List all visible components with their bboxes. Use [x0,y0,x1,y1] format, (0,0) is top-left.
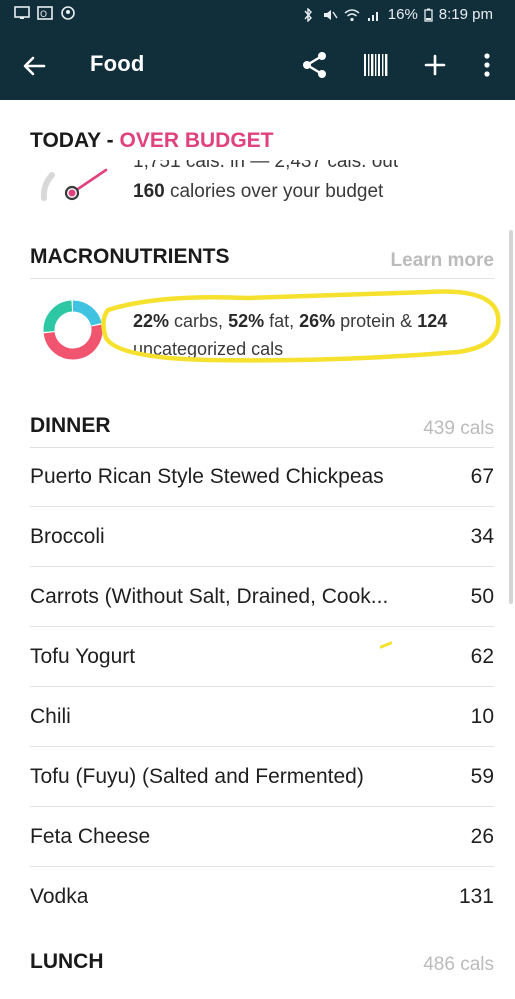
barcode-icon[interactable] [361,50,391,80]
battery-percent: 16% [387,6,418,23]
over-text: calories over your budget [164,181,384,202]
food-cals: 62 [470,645,494,668]
over-amount: 160 [133,181,165,202]
wifi-icon [344,9,360,22]
status-bar: O 16% 8:19 pm [0,0,515,30]
highlight-annotation [101,289,501,363]
battery-icon [424,8,433,22]
food-row[interactable]: Feta Cheese 26 [0,807,515,867]
food-cals: 10 [470,705,494,728]
dinner-total: 439 cals [423,418,494,439]
today-header: TODAY - OVER BUDGET [30,129,274,153]
page-title: Food [90,51,145,76]
over-budget-summary: 160 calories over your budget [133,181,383,203]
macro-donut-chart [43,300,103,360]
food-name: Puerto Rican Style Stewed Chickpeas [30,465,384,488]
signal-icon [367,12,378,21]
divider [30,278,494,279]
more-vert-icon[interactable] [476,50,506,80]
food-cals: 26 [470,825,494,848]
food-row[interactable]: Vodka 131 [0,867,515,927]
macronutrients-header: MACRONUTRIENTS [30,245,230,268]
food-cals: 34 [470,525,494,548]
food-name: Chili [30,705,71,728]
food-name: Tofu (Fuyu) (Salted and Fermented) [30,765,364,788]
food-cals: 50 [470,585,494,608]
food-name: Carrots (Without Salt, Drained, Cook... [30,585,389,608]
bluetooth-icon [304,8,312,22]
learn-more-link[interactable]: Learn more [391,250,494,272]
today-separator: - [100,129,120,152]
food-row[interactable]: Broccoli 34 [0,507,515,567]
food-cals: 59 [470,765,494,788]
food-name: Broccoli [30,525,105,548]
food-log-content[interactable]: TODAY - OVER BUDGET 1,751 cals. in — 2,4… [0,100,515,999]
donut-segment-fat [43,324,103,360]
app-bar: Food [0,30,515,100]
budget-gauge [40,168,108,201]
share-icon[interactable] [300,50,330,80]
cals-in-out: 1,751 cals. in — 2,437 cals. out [133,160,399,172]
food-cals: 131 [458,885,494,908]
budget-status: OVER BUDGET [119,129,274,152]
dinner-header: DINNER [30,414,111,437]
donut-segment-carbs [72,300,102,326]
cast-icon [14,6,30,19]
mute-icon [323,10,338,20]
clock: 8:19 pm [438,6,493,23]
food-row[interactable]: Tofu Yogurt 62 [0,627,515,687]
account-icon [61,6,75,20]
food-name: Tofu Yogurt [30,645,136,668]
cals-in-out-clip: 1,751 cals. in — 2,437 cals. out [133,160,433,174]
food-row[interactable]: Tofu (Fuyu) (Salted and Fermented) 59 [0,747,515,807]
lunch-header: LUNCH [30,950,104,973]
lunch-total: 486 cals [423,954,494,975]
food-row[interactable]: Chili 10 [0,687,515,747]
food-cals: 67 [470,465,494,488]
food-row[interactable]: Carrots (Without Salt, Drained, Cook... … [0,567,515,627]
add-icon[interactable] [420,50,450,80]
food-name: Feta Cheese [30,825,151,848]
food-row[interactable]: Puerto Rican Style Stewed Chickpeas 67 [0,447,515,507]
svg-text:O: O [40,10,47,20]
donut-segment-protein [43,300,73,332]
pen-mark [380,641,392,649]
food-name: Vodka [30,885,89,908]
today-label: TODAY [30,129,101,152]
back-arrow-icon[interactable] [20,52,48,80]
outlook-icon: O [37,6,53,20]
